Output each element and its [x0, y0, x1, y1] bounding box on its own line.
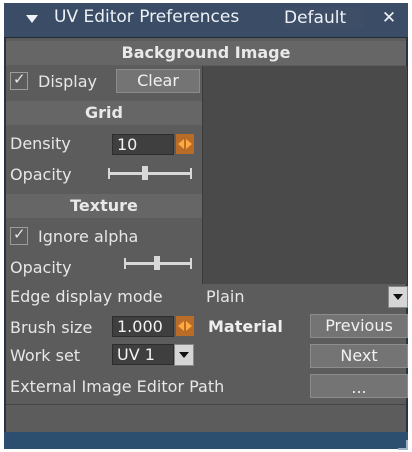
edge-display-mode-label: Edge display mode: [10, 287, 163, 306]
texture-opacity-slider[interactable]: [124, 256, 192, 270]
work-set-select[interactable]: UV 1: [112, 344, 174, 365]
density-label: Density: [10, 134, 71, 153]
slider-end-tick: [190, 168, 192, 179]
slider-start-tick: [124, 258, 126, 269]
edge-display-dropdown-icon[interactable]: [388, 286, 408, 308]
checkmark-icon: ✓: [13, 225, 26, 243]
section-grid: Grid: [6, 101, 202, 125]
bottom-divider: [6, 404, 406, 405]
brush-size-input[interactable]: 1.000: [112, 316, 174, 337]
window-title: UV Editor Preferences: [54, 7, 240, 27]
preset-selector[interactable]: Default: [284, 7, 364, 29]
texture-opacity-slider-handle[interactable]: [154, 256, 160, 270]
external-image-editor-path-label: External Image Editor Path: [10, 377, 225, 396]
slider-start-tick: [108, 168, 110, 179]
close-icon[interactable]: ✕: [376, 7, 402, 29]
density-spinner-icon[interactable]: [176, 134, 194, 154]
previous-button[interactable]: Previous: [310, 314, 408, 338]
next-button[interactable]: Next: [310, 344, 408, 368]
brush-size-label: Brush size: [10, 318, 93, 337]
ignore-alpha-label: Ignore alpha: [38, 227, 139, 246]
section-background-image: Background Image: [6, 41, 406, 65]
collapse-arrow-icon[interactable]: [26, 15, 38, 23]
work-set-label: Work set: [10, 346, 81, 365]
ignore-alpha-checkbox[interactable]: ✓: [10, 225, 28, 245]
checkmark-icon: ✓: [13, 70, 26, 88]
display-label: Display: [38, 72, 97, 91]
density-input[interactable]: 10: [112, 134, 174, 155]
slider-end-tick: [190, 258, 192, 269]
grid-opacity-slider[interactable]: [108, 166, 192, 180]
display-checkbox[interactable]: ✓: [10, 70, 28, 90]
grid-opacity-slider-handle[interactable]: [142, 166, 148, 180]
texture-opacity-label: Opacity: [10, 258, 72, 277]
work-set-dropdown-icon[interactable]: [174, 344, 194, 366]
window-status-bar: [4, 432, 408, 449]
edge-display-mode-select[interactable]: Plain: [206, 287, 244, 306]
section-material: Material: [208, 317, 283, 336]
resize-grip-icon[interactable]: [398, 440, 408, 450]
clear-button[interactable]: Clear: [116, 69, 200, 93]
brush-size-spinner-icon[interactable]: [176, 316, 194, 336]
browse-path-button[interactable]: ...: [310, 374, 408, 398]
grid-opacity-label: Opacity: [10, 165, 72, 184]
section-texture: Texture: [6, 194, 202, 218]
background-image-preview: [202, 66, 407, 284]
